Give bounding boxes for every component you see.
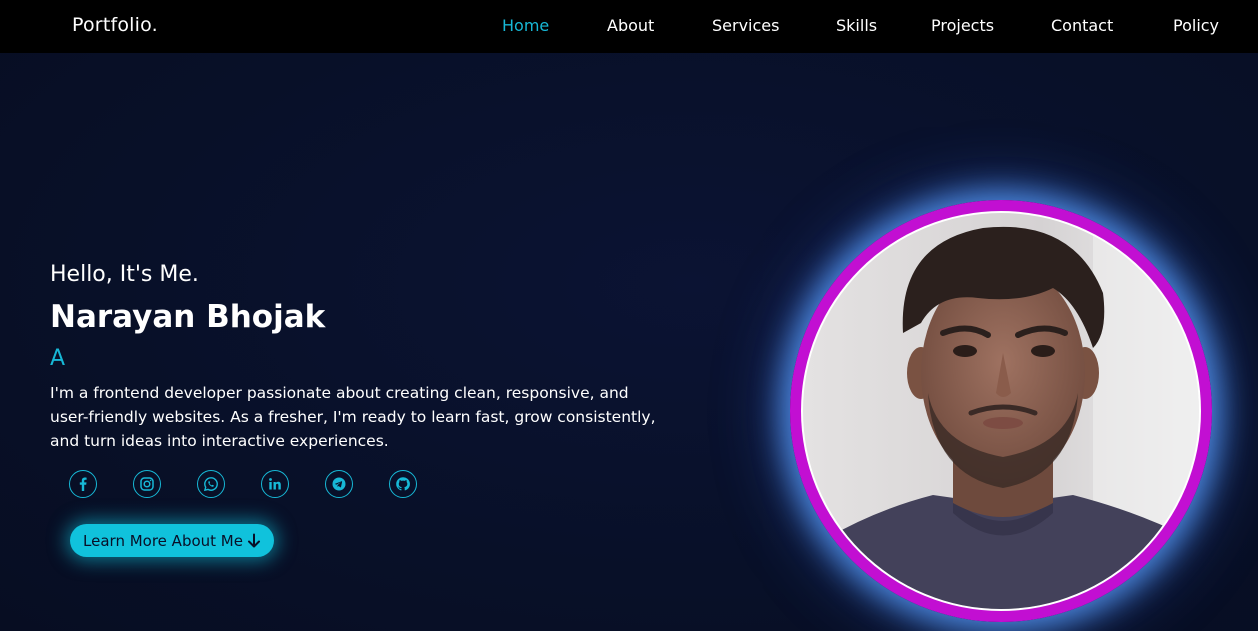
nav-link-about[interactable]: About (607, 16, 654, 35)
nav-link-policy[interactable]: Policy (1173, 16, 1219, 35)
nav-link-services[interactable]: Services (712, 16, 779, 35)
learn-more-button[interactable]: Learn More About Me (70, 524, 274, 557)
nav-link-projects[interactable]: Projects (931, 16, 994, 35)
telegram-icon[interactable] (325, 470, 353, 498)
hero-bio: I'm a frontend developer passionate abou… (50, 384, 656, 450)
linkedin-icon[interactable] (261, 470, 289, 498)
learn-more-label: Learn More About Me (83, 531, 243, 550)
profile-photo-illustration (803, 213, 1199, 609)
hero-name: Narayan Bhojak (50, 299, 326, 335)
facebook-icon[interactable] (69, 470, 97, 498)
github-icon[interactable] (389, 470, 417, 498)
telegram-icon-glyph (332, 477, 346, 491)
hero-greeting: Hello, It's Me. (50, 262, 199, 287)
logo[interactable]: Portfolio. (72, 14, 158, 36)
profile-photo-frame (790, 200, 1212, 622)
whatsapp-icon[interactable] (197, 470, 225, 498)
instagram-icon[interactable] (133, 470, 161, 498)
nav-link-skills[interactable]: Skills (836, 16, 877, 35)
linkedin-icon-glyph (269, 478, 281, 490)
github-icon-glyph (396, 477, 410, 491)
profile-photo (803, 213, 1199, 609)
navbar: Portfolio. Home About Services Skills Pr… (0, 0, 1258, 53)
whatsapp-icon-glyph (203, 477, 218, 492)
facebook-icon-glyph (79, 477, 87, 491)
arrow-down-icon (247, 533, 260, 547)
nav-link-home[interactable]: Home (502, 16, 549, 35)
hero-typed-text: A (50, 346, 66, 371)
nav-link-contact[interactable]: Contact (1051, 16, 1113, 35)
instagram-icon-glyph (140, 477, 154, 491)
